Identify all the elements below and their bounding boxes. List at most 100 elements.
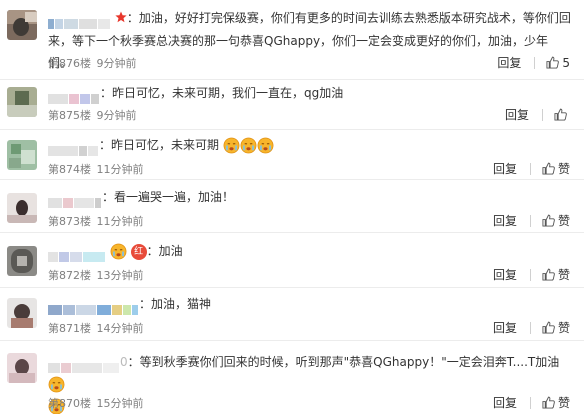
reply-button[interactable]: 回复 bbox=[493, 319, 517, 336]
divider bbox=[529, 321, 531, 334]
comment-text: 昨日可忆，未来可期 bbox=[111, 138, 220, 152]
thumbs-up-icon bbox=[554, 108, 567, 121]
avatar[interactable] bbox=[7, 193, 37, 223]
comment-actions: 回复 赞 bbox=[493, 212, 570, 229]
thumbs-up-icon bbox=[542, 321, 555, 334]
comment-text: 加油 bbox=[158, 244, 183, 258]
like-button[interactable]: 赞 bbox=[542, 160, 570, 177]
comment-actions: 回复 赞 bbox=[493, 319, 570, 336]
avatar[interactable] bbox=[7, 298, 37, 328]
comment-meta: 第873楼 11分钟前 bbox=[48, 213, 144, 229]
avatar[interactable] bbox=[7, 10, 37, 40]
comment-body: 红：加油 bbox=[48, 240, 572, 262]
comment-meta: 第875楼 9分钟前 bbox=[48, 107, 137, 123]
comment-body: ：昨日可忆，未来可期 bbox=[48, 134, 572, 156]
username[interactable] bbox=[48, 88, 100, 104]
like-label: 赞 bbox=[557, 321, 570, 335]
thumbs-up-icon bbox=[542, 396, 555, 409]
comment-actions: 回复 5 bbox=[497, 54, 570, 71]
like-count: 5 bbox=[562, 55, 570, 70]
like-label: 赞 bbox=[557, 268, 570, 282]
crying-face-emoji-icon bbox=[240, 137, 257, 154]
comment-text: 等到秋季赛你们回来的时候，听到那声"恭喜QGhappy！"一定会泪奔T....T… bbox=[139, 355, 560, 369]
floor-number: 第871楼 bbox=[48, 322, 91, 335]
username[interactable] bbox=[48, 192, 102, 208]
crying-face-emoji-icon bbox=[110, 243, 127, 260]
floor-number: 第874楼 bbox=[48, 163, 91, 176]
vip-star-icon bbox=[115, 8, 127, 30]
comment-item: 0：等到秋季赛你们回来的时候，听到那声"恭喜QGhappy！"一定会泪奔T...… bbox=[0, 341, 584, 414]
timestamp: 11分钟前 bbox=[96, 215, 144, 228]
reply-button[interactable]: 回复 bbox=[493, 160, 517, 177]
thumbs-up-icon bbox=[546, 56, 560, 69]
comment-actions: 回复 赞 bbox=[493, 266, 570, 283]
like-label: 赞 bbox=[557, 396, 570, 410]
floor-number: 第870楼 bbox=[48, 397, 91, 410]
username[interactable] bbox=[48, 246, 106, 262]
timestamp: 15分钟前 bbox=[96, 397, 144, 410]
comment-meta: 第872楼 13分钟前 bbox=[48, 267, 144, 283]
comment-item: 红：加油 第872楼 13分钟前 回复 赞 bbox=[0, 233, 584, 288]
floor-number: 第873楼 bbox=[48, 215, 91, 228]
divider bbox=[542, 108, 543, 121]
comment-meta: 第876楼 9分钟前 bbox=[48, 55, 137, 71]
timestamp: 9分钟前 bbox=[96, 109, 137, 122]
divider bbox=[529, 162, 531, 175]
thumbs-up-icon bbox=[542, 268, 555, 281]
comment-meta: 第871楼 14分钟前 bbox=[48, 320, 144, 336]
comment-actions: 回复 赞 bbox=[493, 394, 570, 411]
reply-button[interactable]: 回复 bbox=[493, 266, 517, 283]
comment-item: ：加油，好好打完保级赛，你们有更多的时间去训练去熟悉版本研究战术，等你们回来，等… bbox=[0, 0, 584, 80]
like-button[interactable]: 赞 bbox=[542, 319, 570, 336]
avatar[interactable] bbox=[7, 353, 37, 383]
like-button[interactable]: 赞 bbox=[542, 212, 570, 229]
red-envelope-badge: 红 bbox=[130, 243, 147, 260]
avatar[interactable] bbox=[7, 87, 37, 117]
like-label: 赞 bbox=[557, 214, 570, 228]
thumbs-up-icon bbox=[542, 162, 555, 175]
divider bbox=[529, 396, 531, 409]
comment-body: ：昨日可忆，未来可期，我们一直在，qg加油 bbox=[48, 82, 572, 104]
divider bbox=[529, 268, 531, 281]
floor-number: 第876楼 bbox=[48, 57, 91, 70]
thumbs-up-icon bbox=[542, 214, 555, 227]
comment-text: 加油，猫神 bbox=[151, 297, 212, 311]
reply-button[interactable]: 回复 bbox=[505, 106, 529, 123]
timestamp: 13分钟前 bbox=[96, 269, 144, 282]
reply-button[interactable]: 回复 bbox=[493, 212, 517, 229]
comment-item: ：昨日可忆，未来可期，我们一直在，qg加油 第875楼 9分钟前 回复 bbox=[0, 80, 584, 130]
username[interactable] bbox=[48, 140, 99, 156]
reply-button[interactable]: 回复 bbox=[497, 54, 521, 71]
timestamp: 11分钟前 bbox=[96, 163, 144, 176]
comment-text: 看一遍哭一遍，加油！ bbox=[114, 190, 235, 204]
crying-face-emoji-icon bbox=[48, 376, 65, 393]
comment-meta: 第874楼 11分钟前 bbox=[48, 161, 144, 177]
comment-actions: 回复 赞 bbox=[493, 160, 570, 177]
comment-actions: 回复 bbox=[505, 106, 570, 123]
comment-body: ：看一遍哭一遍，加油！ bbox=[48, 186, 572, 208]
floor-number: 第875楼 bbox=[48, 109, 91, 122]
crying-face-emoji-icon bbox=[223, 137, 240, 154]
comment-list: ：加油，好好打完保级赛，你们有更多的时间去训练去熟悉版本研究战术，等你们回来，等… bbox=[0, 0, 584, 414]
avatar[interactable] bbox=[7, 140, 37, 170]
comment-item: ：加油，猫神 第871楼 14分钟前 回复 赞 bbox=[0, 288, 584, 341]
username[interactable] bbox=[48, 357, 120, 373]
comment-meta: 第870楼 15分钟前 bbox=[48, 395, 144, 411]
like-button[interactable] bbox=[554, 108, 570, 121]
crying-face-emoji-icon bbox=[257, 137, 274, 154]
timestamp: 9分钟前 bbox=[96, 57, 137, 70]
like-label: 赞 bbox=[557, 162, 570, 176]
username-suffix: 0 bbox=[120, 355, 128, 369]
like-button[interactable]: 赞 bbox=[542, 266, 570, 283]
avatar[interactable] bbox=[7, 246, 37, 276]
floor-number: 第872楼 bbox=[48, 269, 91, 282]
comment-item: ：昨日可忆，未来可期 第874楼 11分钟前 回复 赞 bbox=[0, 130, 584, 180]
divider bbox=[529, 214, 531, 227]
timestamp: 14分钟前 bbox=[96, 322, 144, 335]
username[interactable] bbox=[48, 13, 111, 29]
like-button[interactable]: 5 bbox=[546, 56, 570, 70]
reply-button[interactable]: 回复 bbox=[493, 394, 517, 411]
like-button[interactable]: 赞 bbox=[542, 394, 570, 411]
divider bbox=[534, 56, 536, 69]
username[interactable] bbox=[48, 299, 139, 315]
